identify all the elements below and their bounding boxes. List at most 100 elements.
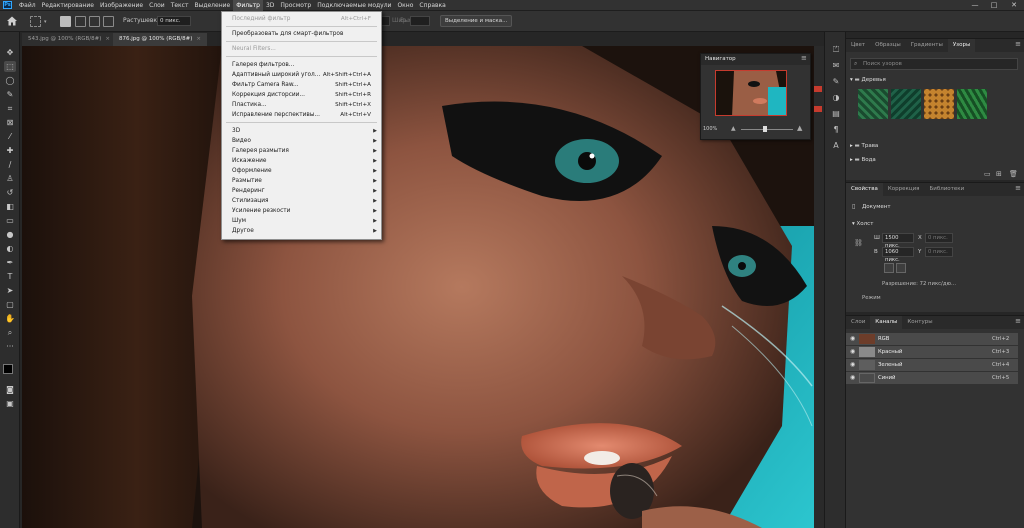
select-and-mask-button[interactable]: Выделение и маска... (440, 15, 513, 27)
new-pattern-icon[interactable]: ⊞ (996, 170, 1002, 178)
zoom-slider-track[interactable] (741, 129, 793, 130)
more-tools-icon[interactable]: ··· (4, 341, 16, 352)
menu-item-camera-raw[interactable]: Фильтр Camera Raw... Shift+Ctrl+A (222, 80, 381, 90)
height-input[interactable] (410, 16, 430, 26)
link-icon[interactable]: ⛓ (854, 239, 863, 247)
character-icon[interactable]: A (830, 140, 842, 151)
new-group-icon[interactable]: ▭ (984, 170, 991, 178)
zoom-tool-icon[interactable]: ⌕ (4, 327, 16, 338)
channel-row-green[interactable]: ◉ Зеленый Ctrl+4 (846, 359, 1018, 371)
eyedropper-tool-icon[interactable]: ⁄ (4, 131, 16, 142)
menu-help[interactable]: Справка (416, 0, 448, 11)
tab-patterns[interactable]: Узоры (947, 39, 976, 52)
tab-paths[interactable]: Контуры (902, 316, 937, 329)
pattern-swatch[interactable] (858, 89, 888, 119)
zoom-out-icon[interactable]: ▲ (731, 125, 736, 132)
brush-tool-icon[interactable]: ∕ (4, 159, 16, 170)
subtract-from-selection-icon[interactable] (89, 16, 100, 27)
tab-libraries[interactable]: Библиотеки (924, 183, 969, 196)
histogram-icon[interactable]: ▤ (830, 108, 842, 119)
canvas-y-input[interactable]: 0 пикс. (925, 247, 953, 257)
pattern-group-water[interactable]: ▸ ▬ Вода (850, 157, 876, 163)
tab-layers[interactable]: Слои (846, 316, 870, 329)
menu-item-distort[interactable]: Искажение ▶ (222, 156, 381, 166)
orientation-portrait-icon[interactable] (884, 263, 894, 273)
pen-tool-icon[interactable]: ✒ (4, 257, 16, 268)
rectangular-marquee-tool-icon[interactable]: ⬚ (4, 61, 16, 72)
menu-window[interactable]: Окно (394, 0, 416, 11)
adjustments-icon[interactable]: ◑ (830, 92, 842, 103)
canvas-section-header[interactable]: ▾ Холст (852, 221, 873, 227)
trash-icon[interactable]: 🗑 (1009, 170, 1018, 178)
gradient-tool-icon[interactable]: ▭ (4, 215, 16, 226)
new-selection-icon[interactable] (60, 16, 71, 27)
paragraph-icon[interactable]: ¶ (830, 124, 842, 135)
history-icon[interactable]: ⏍ (830, 44, 842, 55)
pattern-swatch[interactable] (891, 89, 921, 119)
quick-mask-icon[interactable]: ◙ (4, 384, 16, 395)
chevron-down-icon[interactable]: ▾ (44, 19, 47, 25)
eraser-tool-icon[interactable]: ◧ (4, 201, 16, 212)
close-tab-icon[interactable]: × (105, 36, 110, 42)
hand-tool-icon[interactable]: ✋ (4, 313, 16, 324)
comments-icon[interactable]: ✉ (830, 60, 842, 71)
menu-item-last-filter[interactable]: Последний фильтр Alt+Ctrl+F (222, 14, 381, 24)
panel-menu-icon[interactable]: ≡ (1015, 40, 1021, 48)
navigator-thumbnail[interactable] (715, 70, 787, 116)
eye-icon[interactable]: ◉ (850, 348, 855, 355)
menu-item-other[interactable]: Другое ▶ (222, 226, 381, 236)
menu-view[interactable]: Просмотр (277, 0, 314, 11)
home-icon[interactable] (6, 15, 18, 27)
channel-row-blue[interactable]: ◉ Синий Ctrl+5 (846, 372, 1018, 384)
lasso-tool-icon[interactable]: ◯ (4, 75, 16, 86)
minimize-button[interactable]: — (966, 0, 984, 11)
frame-tool-icon[interactable]: ⊠ (4, 117, 16, 128)
move-tool-icon[interactable]: ✥ (4, 47, 16, 58)
menu-item-render[interactable]: Рендеринг ▶ (222, 186, 381, 196)
eye-icon[interactable]: ◉ (850, 374, 855, 381)
channel-row-red[interactable]: ◉ Красный Ctrl+3 (846, 346, 1018, 358)
document-canvas[interactable] (22, 46, 814, 528)
menu-item-liquify[interactable]: Пластика... Shift+Ctrl+X (222, 100, 381, 110)
pattern-swatch[interactable] (924, 89, 954, 119)
dodge-tool-icon[interactable]: ◐ (4, 243, 16, 254)
orientation-landscape-icon[interactable] (896, 263, 906, 273)
navigator-zoom-value[interactable]: 100% (703, 126, 717, 132)
feather-input[interactable]: 0 пикс. (157, 16, 191, 26)
eye-icon[interactable]: ◉ (850, 335, 855, 342)
intersect-selection-icon[interactable] (103, 16, 114, 27)
brush-settings-icon[interactable]: ✎ (830, 76, 842, 87)
path-selection-tool-icon[interactable]: ➤ (4, 285, 16, 296)
navigator-menu-icon[interactable]: ≡ (801, 54, 807, 62)
menu-item-noise[interactable]: Шум ▶ (222, 216, 381, 226)
tab-color[interactable]: Цвет (846, 39, 870, 52)
menu-filter[interactable]: Фильтр (233, 0, 263, 11)
close-window-button[interactable]: ✕ (1005, 0, 1023, 11)
menu-item-neural-filters[interactable]: Neural Filters... (222, 44, 381, 54)
channel-row-rgb[interactable]: ◉ RGB Ctrl+2 (846, 333, 1018, 345)
marquee-tool-preset-icon[interactable] (30, 16, 41, 27)
menu-item-blur-gallery[interactable]: Галерея размытия ▶ (222, 146, 381, 156)
menu-item-stylize[interactable]: Стилизация ▶ (222, 196, 381, 206)
menu-item-vanishing-point[interactable]: Исправление перспективы... Alt+Ctrl+V (222, 110, 381, 120)
type-tool-icon[interactable]: T (4, 271, 16, 282)
canvas-height-input[interactable]: 1060 пикс. (882, 247, 914, 263)
menu-3d[interactable]: 3D (263, 0, 277, 11)
close-tab-icon[interactable]: × (196, 36, 201, 42)
menu-select[interactable]: Выделение (191, 0, 233, 11)
menu-item-sharpen[interactable]: Усиление резкости ▶ (222, 206, 381, 216)
menu-item-pixelate[interactable]: Оформление ▶ (222, 166, 381, 176)
clone-stamp-tool-icon[interactable]: ♙ (4, 173, 16, 184)
menu-item-lens-correction[interactable]: Коррекция дисторсии... Shift+Ctrl+R (222, 90, 381, 100)
tab-adjustments[interactable]: Коррекция (883, 183, 925, 196)
menu-item-blur[interactable]: Размытие ▶ (222, 176, 381, 186)
pattern-group-trees[interactable]: ▾ ▬ Деревья (850, 77, 886, 83)
canvas-width-input[interactable]: 1500 пикс. (882, 233, 914, 249)
menu-item-convert-smart-filters[interactable]: Преобразовать для смарт-фильтров (222, 29, 381, 39)
panel-menu-icon[interactable]: ≡ (1015, 317, 1021, 325)
search-patterns-input[interactable]: ⌕ Поиск узоров (850, 58, 1018, 70)
quick-selection-tool-icon[interactable]: ✎ (4, 89, 16, 100)
tab-gradients[interactable]: Градиенты (906, 39, 948, 52)
pattern-swatch[interactable] (957, 89, 987, 119)
menu-item-filter-gallery[interactable]: Галерея фильтров... (222, 60, 381, 70)
